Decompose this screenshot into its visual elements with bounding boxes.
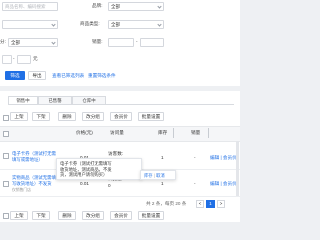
table-scrollbar[interactable] <box>236 141 239 196</box>
sales-min-input[interactable] <box>108 38 134 47</box>
type-value: 全部 <box>111 22 120 27</box>
row-checkbox[interactable] <box>3 153 9 159</box>
status-select[interactable] <box>2 20 58 29</box>
product-name-tooltip: 电子卡券（测试打无需填写 收货地址，测试商品，不发 货，测试用户请勿购买） <box>56 158 142 180</box>
cancel-link[interactable]: 取消 <box>156 173 165 178</box>
export-button[interactable]: 导出 <box>28 71 46 80</box>
search-button[interactable]: 筛选 <box>5 71 25 80</box>
row-actions[interactable]: 编辑 | 会员价 <box>210 155 237 161</box>
delete-button[interactable]: 删除 <box>58 112 76 121</box>
tooltip-line: 货，测试用户请勿购买） <box>60 172 108 177</box>
stock-cell: 1 <box>161 155 164 160</box>
page-1-button[interactable]: 1 <box>206 200 215 208</box>
chevron-down-icon <box>157 22 162 27</box>
header-checkbox[interactable] <box>3 131 9 137</box>
bottom-unshelve-button[interactable]: 下架 <box>32 211 50 220</box>
visits-header[interactable]: 访问量 <box>110 130 124 136</box>
bottom-delete-button[interactable]: 删除 <box>58 211 76 220</box>
row-actions[interactable]: 编辑 | 会员价 <box>210 181 237 187</box>
bottom-shelve-button[interactable]: 上架 <box>10 211 28 220</box>
price-separator: - <box>13 56 15 61</box>
price-max-input[interactable] <box>17 55 31 64</box>
brand-label: 品牌: <box>92 3 103 8</box>
price-header[interactable]: 价格(元) <box>76 130 93 136</box>
price-unit: 元 <box>33 56 38 61</box>
store-tag: 仅销售门店 <box>12 188 31 192</box>
unshelve-button[interactable]: 下架 <box>32 112 50 121</box>
stock-header[interactable]: 库存 <box>158 130 167 136</box>
stock-cell: 1 <box>161 181 164 186</box>
view-filtered-list-link[interactable]: 查看已筛选列表 <box>52 73 84 79</box>
product-name-link[interactable]: 电子卡券（测试打无需填写或需地址） <box>12 151 56 162</box>
column-divider <box>208 128 209 138</box>
price-min-input[interactable] <box>2 55 12 64</box>
pagination-summary: 共 2 条，每页 20 条 <box>146 201 187 206</box>
brand-select[interactable]: 全部 <box>108 2 164 11</box>
bottom-select-all-checkbox[interactable] <box>3 213 9 219</box>
sales-header[interactable]: 销量 <box>191 130 200 136</box>
bottom-member-price-button[interactable]: 会员价 <box>110 211 132 220</box>
brand-value: 全部 <box>111 4 120 9</box>
type-label: 商品类型: <box>80 21 100 26</box>
next-page-button[interactable]: > <box>217 200 225 208</box>
product-name-link[interactable]: 实物商品（测试无需填写收货地址）不发货 <box>12 175 56 186</box>
stock-popover: 库存 | 取消 <box>140 170 176 180</box>
category-value: 全部 <box>11 40 20 45</box>
price-cell: 0.01 <box>80 181 89 186</box>
category-select[interactable]: 全部 <box>8 38 58 47</box>
views-value: 0 <box>108 183 111 188</box>
sales-cell: - <box>194 155 196 160</box>
column-divider <box>173 128 174 138</box>
select-all-checkbox[interactable] <box>3 115 9 121</box>
stock-edit-link[interactable]: 库存 <box>144 173 153 178</box>
sales-label: 销量: <box>92 39 103 44</box>
visitors-label: 访客数: <box>108 151 124 156</box>
tab-warehouse[interactable]: 仓库中 <box>72 96 106 105</box>
type-select[interactable]: 全部 <box>108 20 164 29</box>
row-checkbox[interactable] <box>3 181 9 187</box>
category-label: 分: <box>0 39 6 44</box>
sales-cell: - <box>194 181 196 186</box>
reset-filters-link[interactable]: 重置筛选条件 <box>88 73 116 79</box>
filter-panel: 商品名称、编码搜索 品牌: 全部 商品类型: 全部 分: 全部 销量: - - … <box>0 0 240 86</box>
set-group-button[interactable]: 改分组 <box>82 112 104 121</box>
prev-page-button[interactable]: < <box>196 200 204 208</box>
chevron-down-icon <box>51 22 56 27</box>
keyword-input[interactable]: 商品名称、编码搜索 <box>2 2 58 11</box>
batch-settings-button[interactable]: 批量设置 <box>138 112 164 121</box>
chevron-down-icon <box>51 40 56 45</box>
tab-on-sale[interactable]: 销售中 <box>8 96 38 105</box>
member-price-button[interactable]: 会员价 <box>110 112 132 121</box>
tab-divider <box>106 104 234 105</box>
bottom-batch-settings-button[interactable]: 批量设置 <box>138 211 164 220</box>
tab-sold-out[interactable]: 已售罄 <box>38 96 72 105</box>
sales-separator: - <box>136 39 138 44</box>
shelve-button[interactable]: 上架 <box>10 112 28 121</box>
sales-max-input[interactable] <box>140 38 164 47</box>
chevron-down-icon <box>157 4 162 9</box>
bottom-set-group-button[interactable]: 改分组 <box>82 211 104 220</box>
